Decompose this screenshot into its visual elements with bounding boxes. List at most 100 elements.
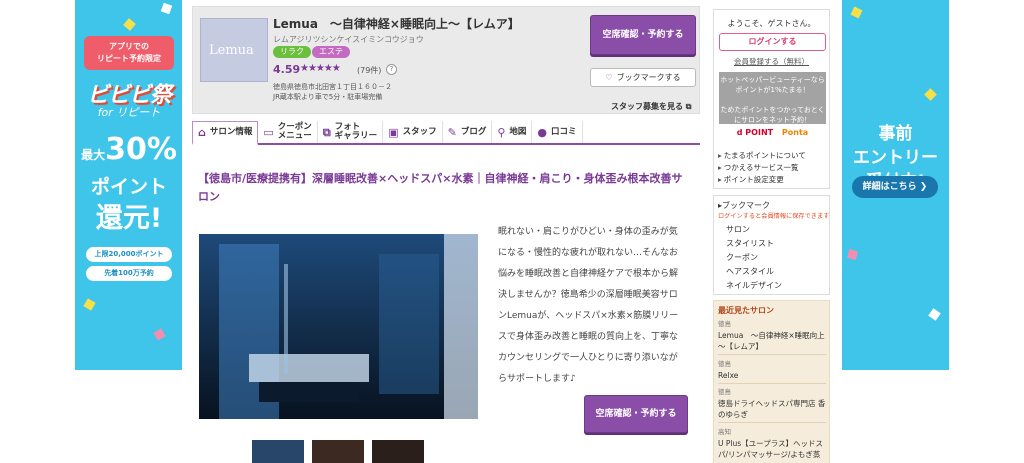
point-label: ポイント [90,176,167,198]
recent-area: 徳島 [718,388,731,396]
member-box: ようこそ、ゲストさん。 ログインする 会員登録する（無料） ホットペッパービュー… [713,9,830,189]
salon-header: Lemua Lemua ～自律神経×睡眠向上～【レムア】 レムアジリツシンケイス… [192,6,700,114]
tab-blog[interactable]: ✎ ブログ [443,121,493,143]
point-logos: d POINT Ponta [719,128,826,137]
greeting-text: ようこそ、ゲストさん。 [727,19,816,28]
salon-logo-thumbnail[interactable]: Lemua [200,18,268,82]
bookmark-box: ▸ブックマーク ログインすると会員情報に保存できます サロン スタイリスト クー… [713,195,830,295]
recent-salon-name: U Plus【ユープラス】ヘッドスパ/リンパマッサージ/よもぎ蒸 [718,439,824,459]
bookmark-item-salon[interactable]: サロン [726,224,750,235]
tab-label: クーポン メニュー [277,122,312,141]
review-count[interactable]: (79件) [357,65,381,76]
ponta-logo: Ponta [781,128,809,137]
salon-room-illustration [199,234,478,419]
bookmark-item-coupon[interactable]: クーポン [726,252,758,263]
salon-address: 徳島県徳島市北田宮１丁目１６０－２ JR蔵本駅より車で5分・駐車場完備 [273,82,392,102]
confetti-shape [160,2,173,15]
reserve-button-bottom[interactable]: 空席確認・予約する [584,395,688,433]
gallery-thumbnail[interactable] [372,440,424,463]
blog-icon: ✎ [447,125,457,139]
recent-salons-box: 最近見たサロン 徳島 Lemua ～自律神経×睡眠向上～【レムア】 徳島 Rel… [713,300,830,463]
recent-salon-item[interactable]: 徳島 Relxe [718,359,826,384]
max-percent: 最大30% [81,132,177,167]
gallery-thumbnail[interactable] [252,440,304,463]
confetti-shape [83,298,96,311]
confetti-shape [924,88,937,101]
bookmark-item-stylist[interactable]: スタイリスト [726,238,774,249]
tab-coupon-menu[interactable]: ▭ クーポン メニュー [258,121,318,143]
recent-title: 最近見たサロン [718,306,774,315]
category-tag-esthe: エステ [312,46,350,58]
services-link[interactable]: つかえるサービス一覧 [718,162,799,173]
tab-staff[interactable]: ▣ スタッフ [383,121,443,143]
home-icon: ⌂ [198,126,206,139]
staff-icon: ▣ [388,125,399,139]
tab-label: サロン情報 [209,127,253,137]
salon-logo-text: Lemua [209,43,254,58]
tab-label: 口コミ [551,126,577,137]
salon-kana: レムアジリツシンケイスイミンコウジョウ [273,35,424,44]
point-about-link[interactable]: たまるポイントについて [718,150,806,161]
max-prefix: 最大 [81,148,106,162]
bookmark-label: ブックマークする [616,73,681,82]
bookmark-button[interactable]: ♡ ブックマークする [590,68,696,87]
kangen-label: 還元! [95,203,163,234]
photo-icon: ⧉ [322,125,331,139]
salon-description: 眠れない・肩こりがひどい・身体の歪みが気になる・慢性的な疲れが取れない…そんなお… [498,227,679,384]
confetti-shape [123,18,136,31]
register-link[interactable]: 会員登録する（無料） [714,56,829,67]
bookmark-title[interactable]: ▸ブックマーク [718,200,770,211]
salon-name: Lemua ～自律神経×睡眠向上～【レムア】 [273,17,520,31]
recent-area: 高知 [718,428,731,436]
recent-salon-item[interactable]: 徳島 Lemua ～自律神経×睡眠向上～【レムア】 [718,319,826,355]
confetti-shape [850,6,863,19]
salon-headline: 【徳島市/医療提携有】深層睡眠改善×ヘッドスパ×水素｜自律神経・肩こり・身体歪み… [198,172,683,203]
recent-area: 徳島 [718,360,731,368]
rating-score: 4.59 [273,63,301,76]
bookmark-item-nail[interactable]: ネイルデザイン [726,280,782,291]
dpoint-logo: d POINT [736,128,774,137]
login-button[interactable]: ログインする [719,33,826,51]
tab-label: ブログ [460,126,487,137]
staff-recruit-label: スタッフ募集を見る [611,102,683,111]
first-come-pill: 先着100万予約 [86,266,172,281]
recent-salon-name: Relxe [718,371,739,380]
external-link-icon: ⧉ [685,102,692,111]
details-button[interactable]: 詳細はこちら ❯ [852,176,938,198]
tab-label: フォト ギャラリー [334,122,378,141]
gallery-thumbnail[interactable] [312,440,364,463]
heart-icon: ♡ [605,73,613,82]
coupon-icon: ▭ [263,125,274,139]
tab-map[interactable]: ⚲ 地図 [492,121,533,143]
app-repeat-label: アプリでの リピート予約限定 [84,36,174,70]
reserve-button[interactable]: 空席確認・予約する [590,15,696,55]
comment-icon: ● [537,125,548,139]
salon-photo[interactable] [199,234,478,419]
entry-title-line: 事前 [878,124,913,144]
left-ad-banner[interactable]: アプリでの リピート予約限定 ビビビ祭 for リピート 最大30% ポイント … [75,0,182,370]
tab-salon-info[interactable]: ⌂ サロン情報 [192,121,259,145]
address-line: 徳島県徳島市北田宮１丁目１６０－２ [273,83,392,91]
entry-title-line: エントリー [853,148,938,168]
recent-salon-name: 徳島ドライヘッドスパ専門店 香のゆらぎ [718,399,826,419]
recent-salon-item[interactable]: 高知 U Plus【ユープラス】ヘッドスパ/リンパマッサージ/よもぎ蒸 [718,427,826,462]
point-info-panel: ホットペッパービューティーなら ポイントが1%たまる！ ためたポイントをつかって… [719,72,826,124]
right-ad-banner[interactable]: 事前 エントリー 受付中! 詳細はこちら ❯ [842,0,949,370]
point-settings-link[interactable]: ポイント設定変更 [718,174,784,185]
limit-pill: 上限20,000ポイント [86,247,172,262]
confetti-shape [846,248,859,261]
bookmark-title-label: ブックマーク [722,201,771,210]
staff-recruit-link[interactable]: スタッフ募集を見る ⧉ [611,101,692,112]
bookmark-item-hairstyle[interactable]: ヘアスタイル [726,266,774,277]
recent-salon-name: Lemua ～自律神経×睡眠向上～【レムア】 [718,331,825,351]
percent-value: 30% [105,132,177,167]
tab-photo-gallery[interactable]: ⧉ フォト ギャラリー [318,121,384,143]
tab-reviews[interactable]: ● 口コミ [532,121,583,143]
rating-stars-icon: ★★★★★ [300,63,341,74]
help-icon[interactable]: ? [386,64,397,75]
recent-area: 徳島 [718,320,731,328]
for-repeat-label: for リピート [97,106,161,119]
recent-salon-item[interactable]: 徳島 徳島ドライヘッドスパ専門店 香のゆらぎ [718,387,826,423]
tab-label: スタッフ [402,126,437,137]
tab-label: 地図 [509,126,527,137]
